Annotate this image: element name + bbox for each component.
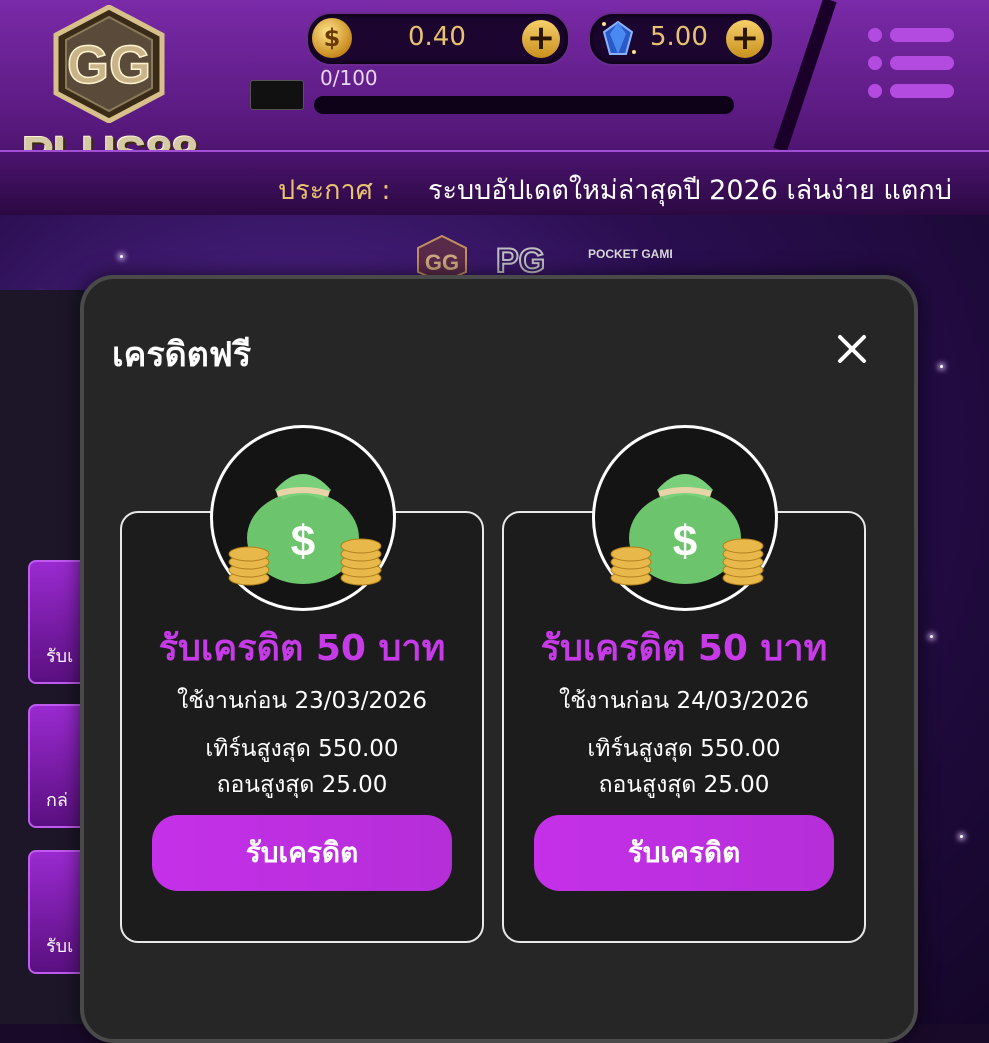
- hamburger-menu-icon[interactable]: [860, 22, 970, 102]
- svg-text:$: $: [291, 517, 315, 566]
- card-max-withdraw: ถอนสูงสุด 25.00: [216, 772, 388, 798]
- card-title: รับเครดิต 50 บาท: [540, 628, 828, 669]
- svg-text:GG: GG: [67, 35, 151, 95]
- claim-credit-button[interactable]: รับเครดิต: [152, 815, 452, 891]
- progress-label: 0/100: [320, 66, 378, 90]
- add-gems-button[interactable]: +: [726, 20, 764, 58]
- gem-balance: 5.00 +: [588, 12, 774, 66]
- side-item-label: รับเ: [46, 936, 74, 957]
- blue-gem-icon: [602, 20, 636, 55]
- pocket-games-text: POCKET GAMES: [588, 247, 672, 261]
- card-max-withdraw: ถอนสูงสุด 25.00: [598, 772, 770, 798]
- gg-logo-icon: GG: [53, 5, 165, 123]
- gem-value: 5.00: [650, 22, 708, 52]
- card-title: รับเครดิต 50 บาท: [158, 628, 446, 669]
- card-max-turnover: เทิร์นสูงสุด 550.00: [587, 736, 781, 762]
- coin-value: 0.40: [408, 22, 466, 52]
- modal-title: เครดิตฟรี: [112, 335, 252, 375]
- add-coins-button[interactable]: +: [522, 20, 560, 58]
- side-menu: รับเ กล่ รับเ: [0, 290, 102, 1024]
- close-icon[interactable]: [832, 329, 872, 369]
- header-divider: [773, 0, 837, 150]
- svg-text:$: $: [673, 517, 697, 566]
- top-header: GG PLUS88 $ 0.40 + 5.00 + 0/100 ประกาศ :…: [0, 0, 989, 218]
- announcement-text: ระบบอัปเดตใหม่ล่าสุดปี 2026 เล่นง่าย แตก…: [428, 175, 952, 206]
- claim-credit-button[interactable]: รับเครดิต: [534, 815, 834, 891]
- side-item-label: กล่: [46, 790, 68, 811]
- card-max-turnover: เทิร์นสูงสุด 550.00: [205, 736, 399, 762]
- free-credit-modal: เครดิตฟรี รับเครดิต 50 บาท ใช้งานก่อน 23…: [80, 275, 918, 1043]
- svg-text:GG: GG: [425, 250, 459, 275]
- money-bag-icon: $: [592, 425, 778, 611]
- side-item-label: รับเ: [46, 646, 74, 667]
- rank-card-icon: [250, 80, 304, 110]
- money-bag-icon: $: [210, 425, 396, 611]
- gold-coin-icon: $: [312, 18, 352, 58]
- announcement-label: ประกาศ :: [278, 175, 391, 206]
- progress-bar: [314, 96, 734, 114]
- card-use-before: ใช้งานก่อน 23/03/2026: [176, 688, 428, 714]
- coin-balance: $ 0.40 +: [306, 12, 570, 66]
- card-use-before: ใช้งานก่อน 24/03/2026: [558, 688, 810, 714]
